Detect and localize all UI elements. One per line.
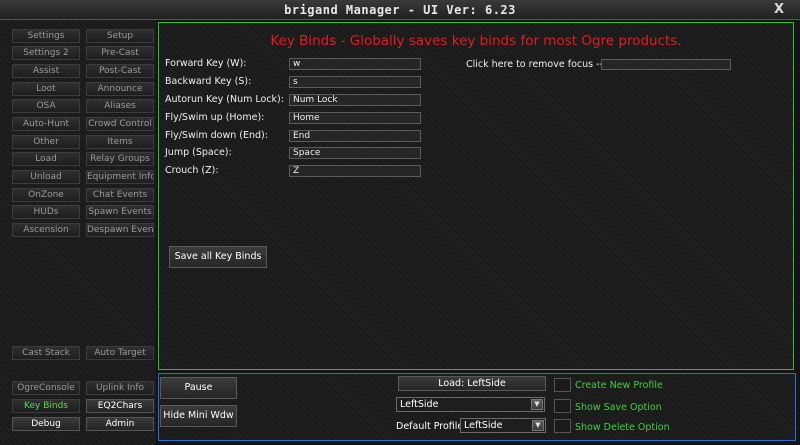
profile-select-value: LeftSide bbox=[400, 399, 439, 410]
ogre-console-button[interactable]: OgreConsole bbox=[12, 381, 80, 395]
nav-despawn-event[interactable]: Despawn Event bbox=[86, 223, 154, 237]
nav-equipment-info[interactable]: Equipment Info bbox=[86, 170, 154, 184]
nav-load[interactable]: Load bbox=[12, 152, 80, 166]
show-save-option-label: Show Save Option bbox=[575, 402, 662, 413]
nav-items[interactable]: Items bbox=[86, 135, 154, 149]
forward-key-label: Forward Key (W): bbox=[165, 58, 247, 69]
fly-up-label: Fly/Swim up (Home): bbox=[165, 112, 265, 123]
nav-announce[interactable]: Announce bbox=[86, 82, 154, 96]
key-binds-button[interactable]: Key Binds bbox=[12, 399, 80, 413]
nav-settings-2[interactable]: Settings 2 bbox=[12, 46, 80, 60]
chevron-down-icon[interactable]: ▼ bbox=[532, 420, 544, 431]
key-binds-panel: Key Binds - Globally saves key binds for… bbox=[158, 22, 794, 370]
crouch-label: Crouch (Z): bbox=[165, 165, 219, 176]
default-profile-select[interactable]: LeftSide ▼ bbox=[460, 418, 546, 433]
nav-spawn-events[interactable]: Spawn Events bbox=[86, 205, 154, 219]
close-icon[interactable]: X bbox=[774, 2, 784, 17]
autorun-key-label: Autorun Key (Num Lock): bbox=[165, 94, 284, 105]
create-new-profile-checkbox[interactable] bbox=[554, 378, 571, 392]
show-save-option-checkbox[interactable] bbox=[554, 399, 571, 413]
nav-other[interactable]: Other bbox=[12, 135, 80, 149]
chevron-down-icon[interactable]: ▼ bbox=[531, 399, 543, 410]
nav-settings[interactable]: Settings bbox=[12, 29, 80, 43]
load-profile-button[interactable]: Load: LeftSide bbox=[398, 376, 546, 391]
nav-ascension[interactable]: Ascension bbox=[12, 223, 80, 237]
default-profile-label: Default Profile: bbox=[396, 421, 467, 432]
create-new-profile-label: Create New Profile bbox=[575, 380, 663, 391]
nav-auto-hunt[interactable]: Auto-Hunt bbox=[12, 117, 80, 131]
auto-target-button[interactable]: Auto Target bbox=[86, 346, 154, 360]
jump-label: Jump (Space): bbox=[165, 147, 232, 158]
show-delete-option-checkbox[interactable] bbox=[554, 419, 571, 433]
fly-down-input[interactable]: End bbox=[289, 130, 421, 142]
nav-onzone[interactable]: OnZone bbox=[12, 188, 80, 202]
nav-crowd-control[interactable]: Crowd Control bbox=[86, 117, 154, 131]
default-profile-value: LeftSide bbox=[464, 420, 503, 431]
nav-pre-cast[interactable]: Pre-Cast bbox=[86, 46, 154, 60]
forward-key-input[interactable]: w bbox=[289, 58, 421, 70]
nav-unload[interactable]: Unload bbox=[12, 170, 80, 184]
fly-up-input[interactable]: Home bbox=[289, 112, 421, 124]
profile-select[interactable]: LeftSide ▼ bbox=[396, 397, 545, 412]
nav-aliases[interactable]: Aliases bbox=[86, 99, 154, 113]
pause-button[interactable]: Pause bbox=[160, 377, 237, 399]
uplink-info-button[interactable]: Uplink Info bbox=[86, 381, 154, 395]
remove-focus-input[interactable] bbox=[601, 59, 731, 70]
backward-key-input[interactable]: s bbox=[289, 76, 421, 88]
jump-input[interactable]: Space bbox=[289, 147, 421, 159]
cast-stack-button[interactable]: Cast Stack bbox=[12, 346, 80, 360]
save-key-binds-button[interactable]: Save all Key Binds bbox=[169, 246, 267, 268]
page-title: Key Binds - Globally saves key binds for… bbox=[270, 33, 682, 49]
autorun-key-input[interactable]: Num Lock bbox=[289, 94, 421, 106]
debug-button[interactable]: Debug bbox=[12, 417, 80, 431]
bottom-panel: Pause Hide Mini Wdw Load: LeftSide LeftS… bbox=[158, 373, 796, 441]
nav-chat-events[interactable]: Chat Events bbox=[86, 188, 154, 202]
nav-setup[interactable]: Setup bbox=[86, 29, 154, 43]
nav-osa[interactable]: OSA bbox=[12, 99, 80, 113]
nav-relay-groups[interactable]: Relay Groups bbox=[86, 152, 154, 166]
hide-mini-window-button[interactable]: Hide Mini Wdw bbox=[160, 405, 237, 427]
fly-down-label: Fly/Swim down (End): bbox=[165, 130, 268, 141]
nav-post-cast[interactable]: Post-Cast bbox=[86, 64, 154, 78]
window-title: brigand Manager - UI Ver: 6.23 bbox=[284, 3, 516, 17]
admin-button[interactable]: Admin bbox=[86, 417, 154, 431]
nav-huds[interactable]: HUDs bbox=[12, 205, 80, 219]
nav-assist[interactable]: Assist bbox=[12, 64, 80, 78]
backward-key-label: Backward Key (S): bbox=[165, 76, 252, 87]
title-bar: brigand Manager - UI Ver: 6.23 X bbox=[0, 0, 800, 20]
crouch-input[interactable]: Z bbox=[289, 165, 421, 177]
sidebar: Settings Setup Settings 2 Pre-Cast Assis… bbox=[0, 20, 156, 445]
eq2chars-button[interactable]: EQ2Chars bbox=[86, 399, 154, 413]
show-delete-option-label: Show Delete Option bbox=[575, 422, 670, 433]
remove-focus-label: Click here to remove focus --- bbox=[466, 59, 607, 70]
nav-loot[interactable]: Loot bbox=[12, 82, 80, 96]
